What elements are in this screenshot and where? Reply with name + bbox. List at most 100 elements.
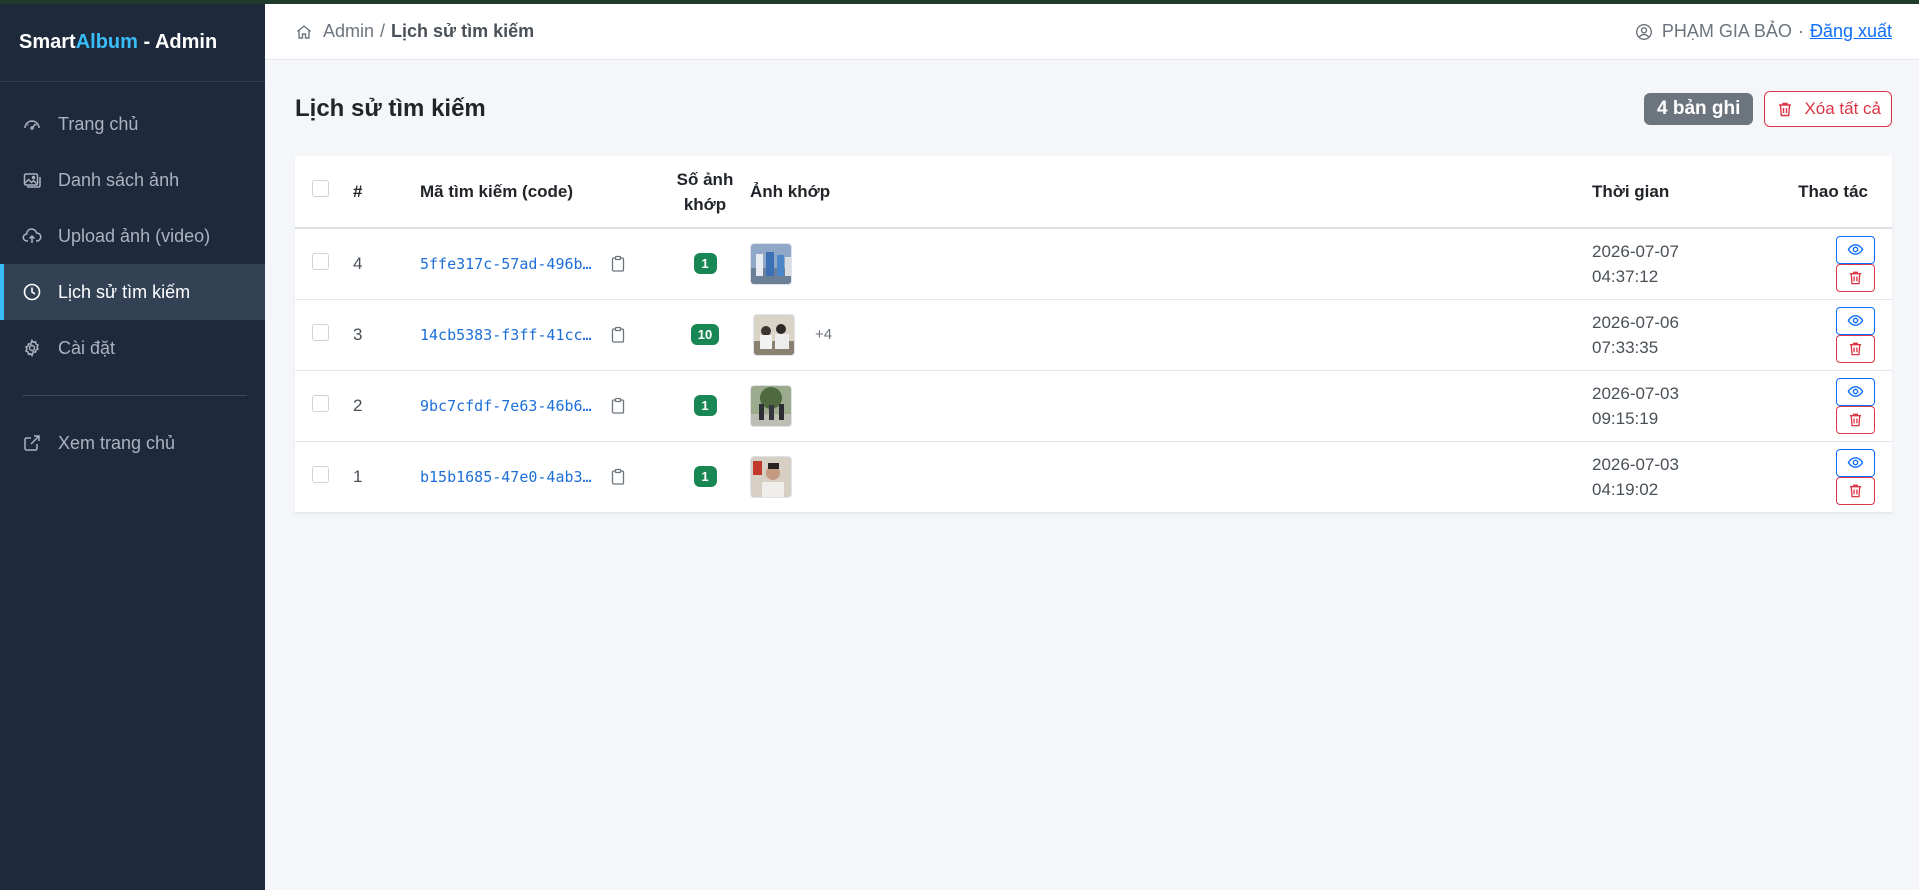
header-time: Thời gian [1592, 156, 1797, 229]
row-date: 2026-07-03 [1592, 454, 1679, 474]
view-button[interactable] [1836, 377, 1875, 406]
search-code-link[interactable]: b15b1685-47e0-4ab3… [420, 468, 592, 486]
row-select-cell [295, 228, 353, 299]
header-match-count-line1: Số ảnh [676, 169, 734, 189]
search-code-link[interactable]: 9bc7cfdf-7e63-46b6… [420, 397, 592, 415]
main-content: Admin / Lịch sử tìm kiếm PHẠM GIA BẢO · … [265, 4, 1919, 890]
brand-part-1: Smart [19, 31, 76, 53]
clipboard-icon[interactable] [610, 468, 626, 486]
brand-part-2: Album [75, 31, 138, 53]
sidebar-divider [22, 395, 247, 396]
table-row: 3 14cb5383-f3ff-41cc… 10 +4 2026-07-06 0… [295, 299, 1892, 370]
header-actions: Thao tác [1797, 156, 1892, 229]
view-button[interactable] [1836, 306, 1875, 335]
row-code-cell: 5ffe317c-57ad-496b… [420, 228, 660, 299]
sidebar-item-label: Upload ảnh (video) [58, 225, 211, 246]
row-select-cell [295, 299, 353, 370]
row-checkbox[interactable] [312, 252, 329, 270]
row-actions-cell [1797, 299, 1892, 370]
match-count-badge: 1 [693, 395, 717, 416]
trash-icon [1776, 100, 1794, 118]
clock-icon [22, 282, 42, 302]
sidebar-item-images[interactable]: Danh sách ảnh [0, 152, 265, 208]
row-number: 2 [353, 395, 363, 415]
user-name: PHẠM GIA BẢO [1661, 21, 1792, 41]
record-count-badge: 4 bản ghi [1644, 93, 1754, 125]
row-match-count-cell: 1 [660, 228, 750, 299]
header-select-cell [295, 156, 353, 229]
user-circle-icon [1635, 23, 1653, 41]
eye-icon [1847, 457, 1864, 468]
sidebar-item-upload[interactable]: Upload ảnh (video) [0, 208, 265, 264]
eye-icon [1847, 244, 1864, 256]
row-checkbox[interactable] [312, 394, 329, 412]
matched-image-thumbnail[interactable] [750, 242, 792, 285]
page-header: Lịch sử tìm kiếm 4 bản ghi Xóa tất cả [265, 60, 1919, 150]
user-separator: · [1797, 21, 1804, 41]
delete-button[interactable] [1836, 263, 1875, 292]
images-icon [22, 170, 42, 190]
cloud-upload-icon [22, 226, 42, 246]
clipboard-icon[interactable] [610, 397, 626, 415]
row-checkbox[interactable] [312, 323, 329, 341]
brand-part-3: - Admin [137, 31, 218, 53]
home-icon[interactable] [295, 23, 313, 41]
breadcrumb-current: Lịch sử tìm kiếm [391, 21, 535, 41]
clipboard-icon[interactable] [610, 326, 626, 344]
sidebar: Smart Album - Admin Trang chủ Danh sách ả… [0, 4, 265, 890]
sidebar-item-label: Cài đặt [58, 337, 116, 358]
clipboard-icon[interactable] [610, 255, 626, 273]
row-date: 2026-07-07 [1592, 241, 1679, 261]
match-count-badge: 10 [690, 324, 720, 345]
sidebar-item-home[interactable]: Trang chủ [0, 96, 265, 152]
search-code-link[interactable]: 5ffe317c-57ad-496b… [420, 255, 592, 273]
row-code-cell: 14cb5383-f3ff-41cc… [420, 299, 660, 370]
sidebar-item-search-history[interactable]: Lịch sử tìm kiếm [0, 264, 265, 320]
dashboard-icon [22, 114, 42, 134]
search-history-table: # Mã tìm kiếm (code) Số ảnh khớp Ảnh khớ… [295, 156, 1892, 513]
search-code-link[interactable]: 14cb5383-f3ff-41cc… [420, 326, 592, 344]
row-code-cell: b15b1685-47e0-4ab3… [420, 441, 660, 512]
brand-logo[interactable]: Smart Album - Admin [0, 4, 265, 82]
row-actions-cell [1797, 441, 1892, 512]
row-clock: 04:37:12 [1592, 266, 1659, 286]
more-images-count: +4 [815, 326, 833, 343]
table-header-row: # Mã tìm kiếm (code) Số ảnh khớp Ảnh khớ… [295, 156, 1892, 229]
external-link-icon [22, 433, 42, 453]
row-date: 2026-07-03 [1592, 383, 1679, 403]
header-actions: 4 bản ghi Xóa tất cả [1644, 91, 1892, 127]
select-all-checkbox[interactable] [312, 180, 329, 197]
view-button[interactable] [1836, 448, 1875, 477]
page-title: Lịch sử tìm kiếm [295, 95, 486, 122]
view-button[interactable] [1836, 235, 1875, 264]
row-number: 4 [353, 253, 363, 273]
trash-icon [1849, 342, 1862, 356]
row-code-cell: 9bc7cfdf-7e63-46b6… [420, 370, 660, 441]
matched-image-thumbnail[interactable] [750, 384, 792, 427]
header-matched-images: Ảnh khớp [750, 156, 1592, 229]
row-clock: 09:15:19 [1592, 408, 1659, 428]
header-number: # [353, 156, 420, 229]
sidebar-item-view-homepage[interactable]: Xem trang chủ [0, 415, 265, 471]
sidebar-nav: Trang chủ Danh sách ảnh Upload ảnh (vide… [0, 82, 265, 471]
sidebar-item-settings[interactable]: Cài đặt [0, 320, 265, 376]
matched-image-thumbnail[interactable] [750, 455, 792, 498]
breadcrumb-root[interactable]: Admin [323, 21, 374, 42]
clear-all-button[interactable]: Xóa tất cả [1764, 91, 1892, 127]
delete-button[interactable] [1836, 476, 1875, 505]
match-count-badge: 1 [693, 466, 717, 487]
header-code: Mã tìm kiếm (code) [420, 156, 660, 229]
delete-button[interactable] [1836, 405, 1875, 434]
table-row: 4 5ffe317c-57ad-496b… 1 2026-07-07 04:37… [295, 228, 1892, 299]
row-actions-cell [1797, 228, 1892, 299]
row-select-cell [295, 370, 353, 441]
delete-button[interactable] [1836, 334, 1875, 363]
matched-image-thumbnail[interactable] [753, 313, 795, 356]
row-match-count-cell: 10 [660, 299, 750, 370]
row-match-count-cell: 1 [660, 370, 750, 441]
logout-link[interactable]: Đăng xuất [1810, 21, 1892, 42]
eye-icon [1847, 315, 1864, 326]
row-checkbox[interactable] [312, 465, 329, 483]
row-time-cell: 2026-07-03 04:19:02 [1592, 441, 1797, 512]
search-history-card: # Mã tìm kiếm (code) Số ảnh khớp Ảnh khớ… [295, 156, 1892, 513]
